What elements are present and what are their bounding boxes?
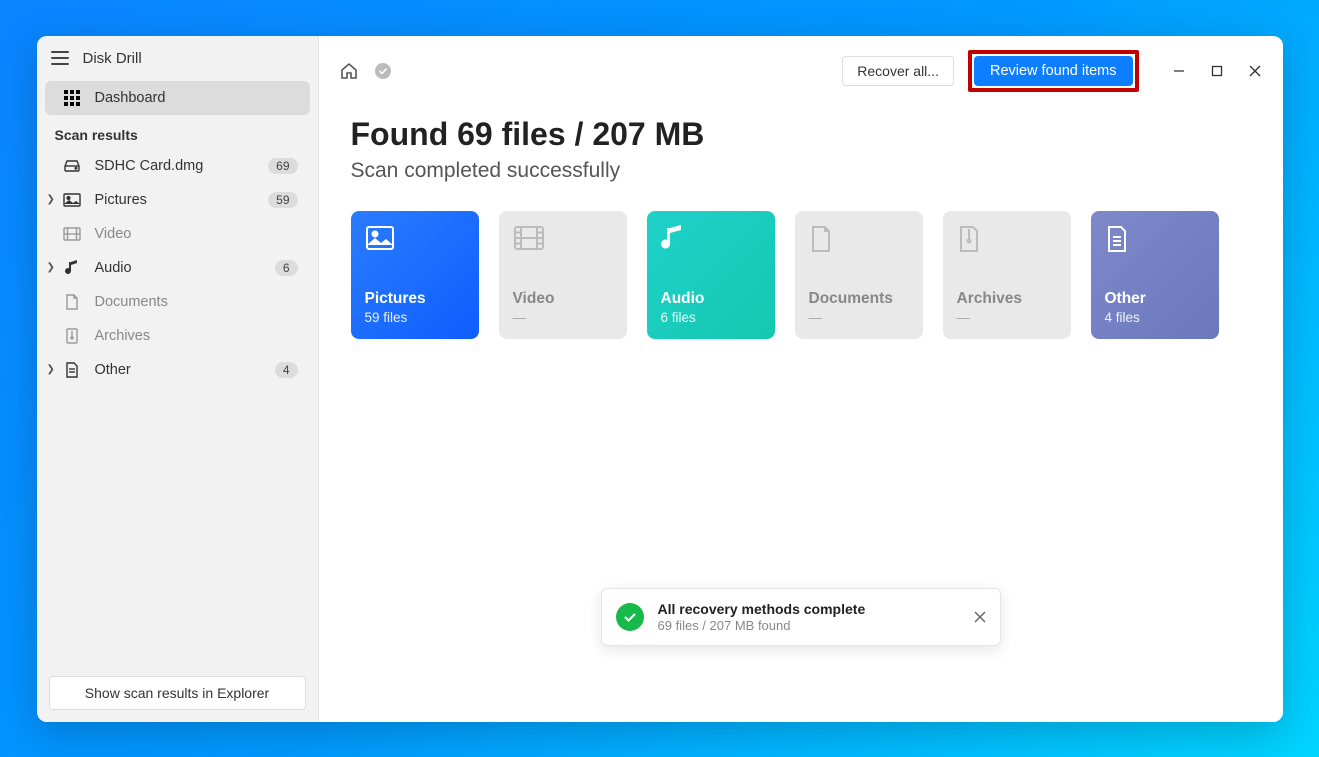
card-subtitle: — xyxy=(957,310,1057,325)
app-title: Disk Drill xyxy=(83,50,142,67)
maximize-icon[interactable] xyxy=(1209,63,1225,79)
archive-icon xyxy=(63,327,81,345)
completion-toast: All recovery methods complete 69 files /… xyxy=(601,588,1001,646)
sidebar-item-label: Other xyxy=(95,362,261,378)
content: Found 69 files / 207 MB Scan completed s… xyxy=(319,106,1283,349)
category-card-archives[interactable]: Archives — xyxy=(943,211,1071,339)
category-card-documents[interactable]: Documents — xyxy=(795,211,923,339)
category-card-audio[interactable]: Audio 6 files xyxy=(647,211,775,339)
results-heading: Found 69 files / 207 MB xyxy=(351,116,1251,153)
sidebar-item-label: Pictures xyxy=(95,192,255,208)
video-icon xyxy=(63,225,81,243)
sidebar-item-documents[interactable]: Documents xyxy=(45,285,310,319)
verified-icon[interactable] xyxy=(373,61,393,81)
sidebar-item-label: Video xyxy=(95,226,298,242)
sidebar-item-label: Dashboard xyxy=(95,90,298,106)
close-icon[interactable] xyxy=(1247,63,1263,79)
chevron-right-icon: ❯ xyxy=(47,194,55,205)
image-icon xyxy=(63,191,81,209)
sidebar-item-pictures[interactable]: ❯ Pictures 59 xyxy=(45,183,310,217)
archive-icon xyxy=(957,225,989,257)
category-card-other[interactable]: Other 4 files xyxy=(1091,211,1219,339)
home-icon[interactable] xyxy=(339,61,359,81)
menu-icon[interactable] xyxy=(51,51,69,65)
recover-all-button[interactable]: Recover all... xyxy=(842,56,954,86)
sidebar: Disk Drill Dashboard Scan results SDHC C… xyxy=(37,36,319,722)
sidebar-item-drive[interactable]: SDHC Card.dmg 69 xyxy=(45,149,310,183)
sidebar-item-label: Documents xyxy=(95,294,298,310)
count-badge: 6 xyxy=(275,260,298,276)
sidebar-item-dashboard[interactable]: Dashboard xyxy=(45,81,310,115)
chevron-right-icon: ❯ xyxy=(47,262,55,273)
sidebar-item-label: SDHC Card.dmg xyxy=(95,158,255,174)
file-icon xyxy=(1105,225,1137,257)
sidebar-item-label: Audio xyxy=(95,260,261,276)
card-subtitle: 4 files xyxy=(1105,310,1205,325)
document-icon xyxy=(809,225,841,257)
card-title: Other xyxy=(1105,290,1205,308)
image-icon xyxy=(365,225,397,257)
count-badge: 69 xyxy=(268,158,297,174)
category-cards: Pictures 59 files Video — Audio 6 files xyxy=(351,211,1251,339)
results-subheading: Scan completed successfully xyxy=(351,159,1251,183)
review-found-items-button[interactable]: Review found items xyxy=(974,56,1133,86)
close-icon[interactable] xyxy=(974,611,986,623)
sidebar-item-label: Archives xyxy=(95,328,298,344)
app-window: Disk Drill Dashboard Scan results SDHC C… xyxy=(37,36,1283,722)
card-subtitle: 59 files xyxy=(365,310,465,325)
music-icon xyxy=(63,259,81,277)
sidebar-item-audio[interactable]: ❯ Audio 6 xyxy=(45,251,310,285)
main-area: Recover all... Review found items Found … xyxy=(319,36,1283,722)
toast-subtitle: 69 files / 207 MB found xyxy=(658,618,866,633)
grid-icon xyxy=(63,89,81,107)
show-in-explorer-button[interactable]: Show scan results in Explorer xyxy=(49,676,306,710)
music-icon xyxy=(661,225,693,257)
count-badge: 4 xyxy=(275,362,298,378)
drive-icon xyxy=(63,157,81,175)
sidebar-section-title: Scan results xyxy=(37,115,318,149)
card-title: Archives xyxy=(957,290,1057,308)
card-subtitle: — xyxy=(513,310,613,325)
card-subtitle: 6 files xyxy=(661,310,761,325)
sidebar-item-other[interactable]: ❯ Other 4 xyxy=(45,353,310,387)
sidebar-header: Disk Drill xyxy=(37,36,318,81)
chevron-right-icon: ❯ xyxy=(47,364,55,375)
sidebar-bottom: Show scan results in Explorer xyxy=(37,664,318,722)
card-title: Video xyxy=(513,290,613,308)
topbar: Recover all... Review found items xyxy=(319,36,1283,106)
card-title: Audio xyxy=(661,290,761,308)
count-badge: 59 xyxy=(268,192,297,208)
sidebar-item-archives[interactable]: Archives xyxy=(45,319,310,353)
card-title: Pictures xyxy=(365,290,465,308)
video-icon xyxy=(513,225,545,257)
minimize-icon[interactable] xyxy=(1171,63,1187,79)
file-icon xyxy=(63,361,81,379)
check-icon xyxy=(616,603,644,631)
category-card-video[interactable]: Video — xyxy=(499,211,627,339)
toast-title: All recovery methods complete xyxy=(658,601,866,617)
category-card-pictures[interactable]: Pictures 59 files xyxy=(351,211,479,339)
sidebar-item-video[interactable]: Video xyxy=(45,217,310,251)
toast-text: All recovery methods complete 69 files /… xyxy=(658,601,866,633)
highlight-annotation: Review found items xyxy=(968,50,1139,92)
window-controls xyxy=(1171,63,1263,79)
card-subtitle: — xyxy=(809,310,909,325)
card-title: Documents xyxy=(809,290,909,308)
document-icon xyxy=(63,293,81,311)
